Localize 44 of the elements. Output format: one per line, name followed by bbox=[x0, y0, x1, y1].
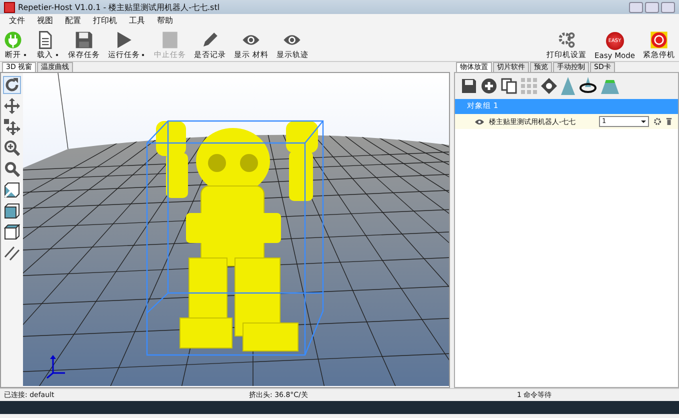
zoom-fit-icon bbox=[4, 161, 20, 177]
close-button[interactable] bbox=[661, 2, 675, 12]
app-icon bbox=[4, 2, 15, 12]
menu-item[interactable]: 工具 bbox=[129, 15, 145, 26]
view-tool-button[interactable] bbox=[3, 223, 21, 241]
add-icon[interactable] bbox=[481, 78, 497, 94]
view-tool-button[interactable] bbox=[3, 202, 21, 220]
axes-icon bbox=[46, 355, 66, 379]
eye-icon[interactable] bbox=[475, 118, 484, 124]
view-tool-button[interactable] bbox=[3, 160, 21, 178]
view-tool-button[interactable] bbox=[3, 76, 21, 94]
rotate-object-icon[interactable] bbox=[579, 77, 597, 95]
menu-item[interactable]: 配置 bbox=[65, 15, 81, 26]
copy-icon[interactable] bbox=[501, 78, 517, 94]
gears-icon bbox=[558, 31, 576, 49]
zoom-in-icon bbox=[4, 140, 20, 156]
maximize-button[interactable] bbox=[645, 2, 659, 12]
cube-icon bbox=[4, 182, 20, 198]
trash-icon[interactable] bbox=[666, 118, 672, 125]
move-arrows-icon bbox=[4, 98, 20, 114]
stop-icon bbox=[161, 31, 179, 49]
target-icon[interactable] bbox=[541, 78, 557, 94]
parallel-lines-icon bbox=[4, 245, 20, 261]
move-object-icon bbox=[4, 119, 20, 135]
cube-icon bbox=[4, 224, 20, 240]
view-tool-button[interactable] bbox=[3, 97, 21, 115]
view-tool-button[interactable] bbox=[3, 244, 21, 262]
menu-item[interactable]: 打印机 bbox=[93, 15, 117, 26]
menu-item[interactable]: 帮助 bbox=[157, 15, 173, 26]
window-title: Repetier-Host V1.0.1 - 楼主贴里测试用机器人-七七.stl bbox=[18, 2, 220, 12]
cube-icon bbox=[4, 203, 20, 219]
view-tool-button[interactable] bbox=[3, 181, 21, 199]
menu-item[interactable]: 文件 bbox=[9, 15, 25, 26]
play-icon bbox=[115, 31, 133, 49]
document-icon bbox=[36, 31, 54, 49]
rotate-icon bbox=[4, 77, 20, 93]
menu-item[interactable]: 视图 bbox=[37, 15, 53, 26]
plug-icon bbox=[4, 31, 22, 49]
view-tool-button[interactable] bbox=[3, 139, 21, 157]
minimize-button[interactable] bbox=[629, 2, 643, 12]
gear-icon[interactable] bbox=[654, 118, 661, 125]
pencil-icon bbox=[201, 31, 219, 49]
view-tool-button[interactable] bbox=[3, 118, 21, 136]
emergency-stop-icon bbox=[650, 31, 668, 49]
